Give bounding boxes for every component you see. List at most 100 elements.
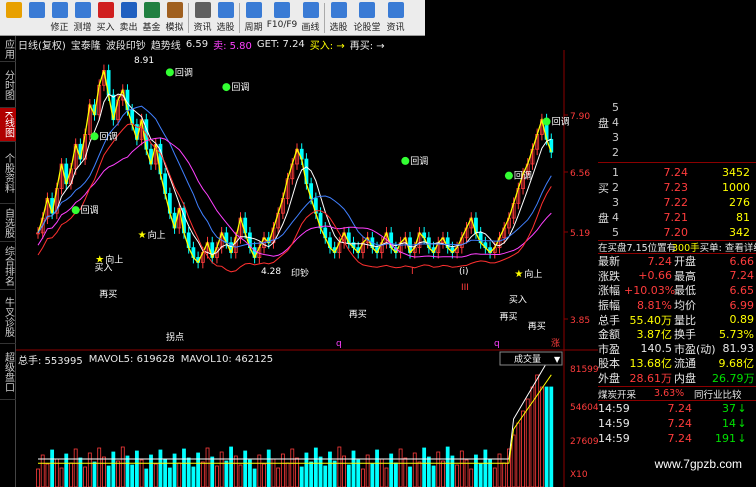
volume-bar [210, 456, 215, 487]
stat-row: 总手 55.40万 量比 0.89 [598, 312, 756, 327]
tick-row: 14:59 7.24 191 ↓ [598, 431, 756, 446]
buy-icon [97, 2, 114, 18]
buy-level-volume: 342 [729, 226, 750, 239]
stat-label: 流通 [674, 357, 696, 371]
add-icon [74, 2, 91, 18]
stat-label: 均价 [674, 299, 696, 313]
toolbar-button-select[interactable]: 选股 [214, 0, 237, 36]
mairu-label: 买入 [509, 295, 527, 306]
volume-bar [304, 452, 309, 487]
volume-bar [149, 454, 153, 487]
price-axis-label: 5.19 [570, 229, 590, 239]
tab-industry[interactable]: 煤炭开采 [598, 387, 654, 401]
stat-value: 140.5 [640, 342, 673, 356]
buy-level-row: 1 7.24 3452 [598, 165, 756, 180]
sell-level-index: 4 [612, 116, 619, 129]
volume-bar [525, 398, 530, 487]
forum-icon [359, 2, 375, 18]
stat-value: 55.40万 [629, 313, 673, 327]
industry-tab-bar: 煤炭开采 3.63% 同行业比较 [598, 386, 756, 402]
sidebar-tab[interactable]: 自选股 [0, 204, 16, 242]
volume-bar [111, 451, 116, 487]
low-value-label: 4.28 [261, 267, 281, 277]
sidebar-tab[interactable]: 超级盘口 [0, 344, 16, 400]
buy-side-label: 买 [598, 181, 609, 195]
sidebar-tab[interactable]: K线图 [0, 108, 16, 142]
xiangshang-label: 向上 [148, 229, 166, 241]
stat-label: 内盘 [674, 372, 696, 386]
toolbar-button-add[interactable]: 测增 [71, 0, 94, 36]
stat-row: 金额 3.87亿 换手 5.73% [598, 327, 756, 342]
kline-chart[interactable]: 7.906.565.193.85815995460427609X10回调回调回调… [16, 50, 598, 487]
toolbar-button-filter[interactable]: 选股 [327, 0, 350, 36]
sell-level-row: 5 [598, 100, 756, 115]
toolbar-button-hammer[interactable]: 模拟 [163, 0, 186, 36]
toolbar-button-label: 修正 [50, 23, 69, 33]
volume-bar [318, 456, 323, 487]
stat-value: 8.81% [637, 298, 672, 312]
paren-i-label: (i) [459, 267, 469, 277]
stat-row: 外盘 28.61万 内盘 26.79万 [598, 371, 756, 386]
volume-bar [332, 460, 337, 487]
volume-header: 总手: 553995 MAVOL5: 619628 MAVOL10: 46212… [16, 352, 598, 367]
sidebar-tab[interactable]: 个股资料 [0, 142, 16, 204]
tab-peer-compare[interactable]: 同行业比较 [694, 387, 742, 401]
tick-time: 14:59 [598, 417, 630, 431]
volume-bar [502, 462, 507, 487]
volume-bar [342, 455, 346, 487]
buy-level-index: 1 [612, 166, 619, 179]
sidebar-tab[interactable]: 分时图 [0, 62, 16, 108]
toolbar-button-buy[interactable]: 买入 [94, 0, 117, 36]
huitiao-label: 回调 [514, 171, 532, 182]
top-value-label: 8.91 [134, 56, 154, 66]
roman-q-label: q [494, 339, 500, 349]
toolbar-button-news[interactable]: 资讯 [191, 0, 214, 36]
volume-bar [370, 463, 375, 487]
stat-row: 振幅 8.81% 均价 6.99 [598, 298, 756, 313]
toolbar-button-edit[interactable]: 修正 [48, 0, 71, 36]
volume-bar [243, 450, 248, 487]
toolbar-button-info[interactable]: 资讯 [384, 0, 407, 36]
buy-level-price: 7.24 [663, 166, 689, 179]
sell-level-row: 2 [598, 145, 756, 160]
quote-bar-right-link[interactable]: 买单: 查看详细 [700, 240, 756, 254]
stat-value: 9.68亿 [718, 357, 755, 371]
search-icon [28, 2, 45, 18]
sidebar-tab[interactable]: 应用 [0, 36, 16, 62]
volume-axis-label: 81599 [570, 365, 598, 375]
volume-bar [40, 454, 45, 487]
huitiao-label: 回调 [552, 117, 570, 128]
volume-bar [69, 462, 73, 487]
volume-bar [417, 461, 422, 487]
zaimai-label: 再买 [99, 289, 117, 300]
buy-level-price: 7.22 [663, 196, 689, 209]
mavol10-line [38, 374, 552, 464]
huitiao-label: 回调 [231, 82, 249, 93]
volume-bar [295, 457, 299, 487]
volume-bar [167, 467, 172, 487]
toolbar-button-label: 买入 [96, 23, 115, 33]
volume-bar [238, 464, 243, 487]
sidebar-tab[interactable]: 牛叉诊股 [0, 290, 16, 344]
sidebar-tab[interactable]: 综合排名 [0, 242, 16, 290]
toolbar-button-label: 模拟 [165, 23, 184, 33]
volume-bar [422, 447, 427, 487]
star-icon: ★ [514, 269, 523, 280]
volume-bar [83, 466, 87, 487]
volume-bar [351, 450, 356, 487]
toolbar-button-period[interactable]: 周期 [242, 0, 265, 36]
toolbar-button-fund[interactable]: 基金 [140, 0, 163, 36]
toolbar-button-f10[interactable]: F10/F9 [265, 0, 299, 36]
toolbar-button-star[interactable] [2, 0, 25, 36]
toolbar-button-search[interactable] [25, 0, 48, 36]
volume-bar [106, 465, 111, 487]
stat-value: 0.89 [729, 313, 755, 327]
toolbar-button-sell[interactable]: 卖出 [117, 0, 140, 36]
volume-bar [323, 465, 328, 487]
toolbar-button-forum[interactable]: 论股堂 [350, 0, 384, 36]
toolbar-button-pencil[interactable]: 画线 [299, 0, 322, 36]
volume-bar [337, 446, 342, 487]
huitiao-label: 回调 [100, 131, 118, 142]
quote-bar-mid: 300手 [672, 243, 700, 254]
stat-value: 13.68亿 [629, 357, 673, 371]
